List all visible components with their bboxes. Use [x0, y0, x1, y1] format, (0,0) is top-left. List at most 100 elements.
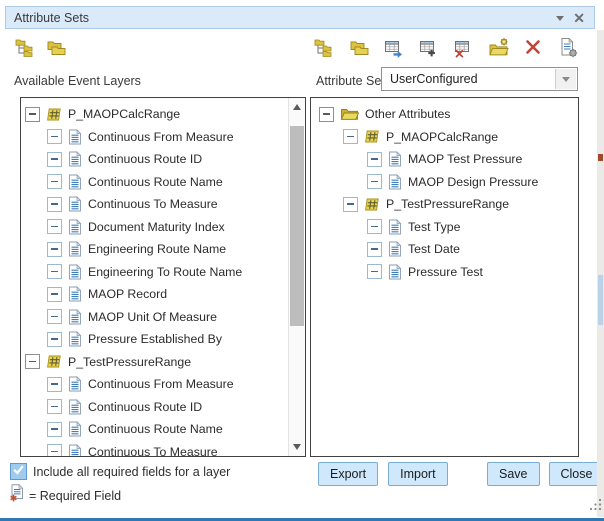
- available-layers-tree: P_MAOPCalcRangeContinuous From MeasureCo…: [21, 98, 288, 456]
- window-title: Attribute Sets: [14, 11, 89, 25]
- tree-item[interactable]: P_MAOPCalcRange: [311, 126, 578, 149]
- tree-item[interactable]: Test Type: [311, 216, 578, 239]
- collapse-box-icon[interactable]: [25, 354, 40, 369]
- tree-item-label: Other Attributes: [365, 107, 450, 121]
- tree-item[interactable]: Continuous To Measure: [21, 441, 288, 457]
- collapse-box-icon[interactable]: [367, 264, 382, 279]
- save-button[interactable]: Save: [487, 462, 540, 486]
- tree-item-label: Engineering Route Name: [88, 242, 226, 256]
- toolbar-left: [14, 37, 67, 59]
- tree-item-label: MAOP Test Pressure: [408, 152, 522, 166]
- tree-item[interactable]: MAOP Design Pressure: [311, 171, 578, 194]
- collapse-box-icon[interactable]: [47, 399, 62, 414]
- tree-item-label: P_MAOPCalcRange: [386, 130, 498, 144]
- field-icon: [388, 151, 402, 167]
- import-button[interactable]: Import: [388, 462, 447, 486]
- title-bar[interactable]: Attribute Sets ✕: [5, 6, 595, 29]
- collapse-box-icon[interactable]: [47, 197, 62, 212]
- collapse-box-icon[interactable]: [47, 422, 62, 437]
- collapse-box-icon[interactable]: [367, 242, 382, 257]
- collapse-box-icon[interactable]: [25, 107, 40, 122]
- tree-item[interactable]: Continuous From Measure: [21, 373, 288, 396]
- tree-item[interactable]: P_TestPressureRange: [21, 351, 288, 374]
- collapse-box-icon[interactable]: [47, 332, 62, 347]
- collapse-box-icon[interactable]: [47, 287, 62, 302]
- collapse-box-icon[interactable]: [47, 174, 62, 189]
- tree-item[interactable]: Continuous Route ID: [21, 148, 288, 171]
- tree-item[interactable]: Pressure Test: [311, 261, 578, 284]
- table-plus-icon[interactable]: [418, 37, 440, 59]
- collapse-box-icon[interactable]: [367, 152, 382, 167]
- field-icon: [68, 331, 82, 347]
- tree-item[interactable]: MAOP Unit Of Measure: [21, 306, 288, 329]
- tree-item[interactable]: Continuous Route ID: [21, 396, 288, 419]
- tree-item[interactable]: Continuous Route Name: [21, 171, 288, 194]
- collapse-box-icon[interactable]: [47, 264, 62, 279]
- event-layer-icon: [364, 129, 380, 144]
- collapse-box-icon[interactable]: [47, 242, 62, 257]
- include-required-fields-checkbox[interactable]: [10, 463, 27, 480]
- tree-item[interactable]: Pressure Established By: [21, 328, 288, 351]
- collapse-box-icon[interactable]: [47, 219, 62, 234]
- document-gear-icon[interactable]: [558, 37, 580, 59]
- collapse-box-icon[interactable]: [367, 219, 382, 234]
- scroll-up-icon[interactable]: [289, 99, 305, 115]
- collapse-box-icon[interactable]: [47, 377, 62, 392]
- tree-item[interactable]: MAOP Record: [21, 283, 288, 306]
- scroll-down-icon[interactable]: [289, 439, 305, 455]
- field-icon: [68, 399, 82, 415]
- collapse-box-icon[interactable]: [47, 444, 62, 456]
- tree-item-label: Continuous Route ID: [88, 152, 202, 166]
- close-icon[interactable]: ✕: [573, 11, 585, 25]
- tree-item-label: Test Type: [408, 220, 460, 234]
- tree-item[interactable]: Continuous From Measure: [21, 126, 288, 149]
- tree-add-icon[interactable]: [313, 37, 335, 59]
- tree-item-label: MAOP Record: [88, 287, 167, 301]
- required-field-icon: [9, 484, 25, 502]
- field-icon: [68, 376, 82, 392]
- collapse-box-icon[interactable]: [319, 107, 334, 122]
- folder-gear-icon[interactable]: [488, 37, 510, 59]
- collapse-box-icon[interactable]: [47, 309, 62, 324]
- tree-item[interactable]: Engineering To Route Name: [21, 261, 288, 284]
- field-icon: [388, 219, 402, 235]
- tree-item-label: P_MAOPCalcRange: [68, 107, 180, 121]
- tree-item[interactable]: Document Maturity Index: [21, 216, 288, 239]
- resize-grip-icon[interactable]: [589, 497, 602, 516]
- tree-item[interactable]: Continuous Route Name: [21, 418, 288, 441]
- tree-item-label: Continuous To Measure: [88, 197, 218, 211]
- table-arrow-icon[interactable]: [383, 37, 405, 59]
- vertical-scrollbar[interactable]: [288, 98, 305, 456]
- folders-icon[interactable]: [45, 37, 67, 59]
- dropdown-button[interactable]: [555, 69, 576, 89]
- export-button[interactable]: Export: [318, 462, 378, 486]
- tree-item[interactable]: P_TestPressureRange: [311, 193, 578, 216]
- collapse-box-icon[interactable]: [343, 197, 358, 212]
- collapse-box-icon[interactable]: [343, 129, 358, 144]
- table-x-icon[interactable]: [453, 37, 475, 59]
- tree-item[interactable]: MAOP Test Pressure: [311, 148, 578, 171]
- field-icon: [68, 151, 82, 167]
- tree-item-label: P_TestPressureRange: [68, 355, 191, 369]
- tree-item-label: Engineering To Route Name: [88, 265, 242, 279]
- titlebar-controls: ✕: [556, 11, 594, 25]
- collapse-arrow-icon[interactable]: [556, 16, 564, 21]
- attribute-set-dropdown[interactable]: UserConfigured: [381, 67, 578, 91]
- collapse-box-icon[interactable]: [47, 152, 62, 167]
- field-icon: [68, 241, 82, 257]
- tree-add-icon[interactable]: [14, 37, 36, 59]
- attribute-set-panel: Other Attributes P_MAOPCalcRange MAOP Test…: [310, 97, 579, 457]
- scrollbar-thumb[interactable]: [290, 126, 304, 326]
- tree-item[interactable]: Test Date: [311, 238, 578, 261]
- tree-item[interactable]: Continuous To Measure: [21, 193, 288, 216]
- close-button[interactable]: Close: [549, 462, 604, 486]
- tree-item[interactable]: Engineering Route Name: [21, 238, 288, 261]
- tree-item-label: MAOP Design Pressure: [408, 175, 538, 189]
- tree-item-label: Pressure Established By: [88, 332, 222, 346]
- red-x-icon[interactable]: [523, 37, 545, 59]
- folders-icon[interactable]: [348, 37, 370, 59]
- collapse-box-icon[interactable]: [367, 174, 382, 189]
- tree-item[interactable]: P_MAOPCalcRange: [21, 103, 288, 126]
- collapse-box-icon[interactable]: [47, 129, 62, 144]
- tree-item[interactable]: Other Attributes: [311, 103, 578, 126]
